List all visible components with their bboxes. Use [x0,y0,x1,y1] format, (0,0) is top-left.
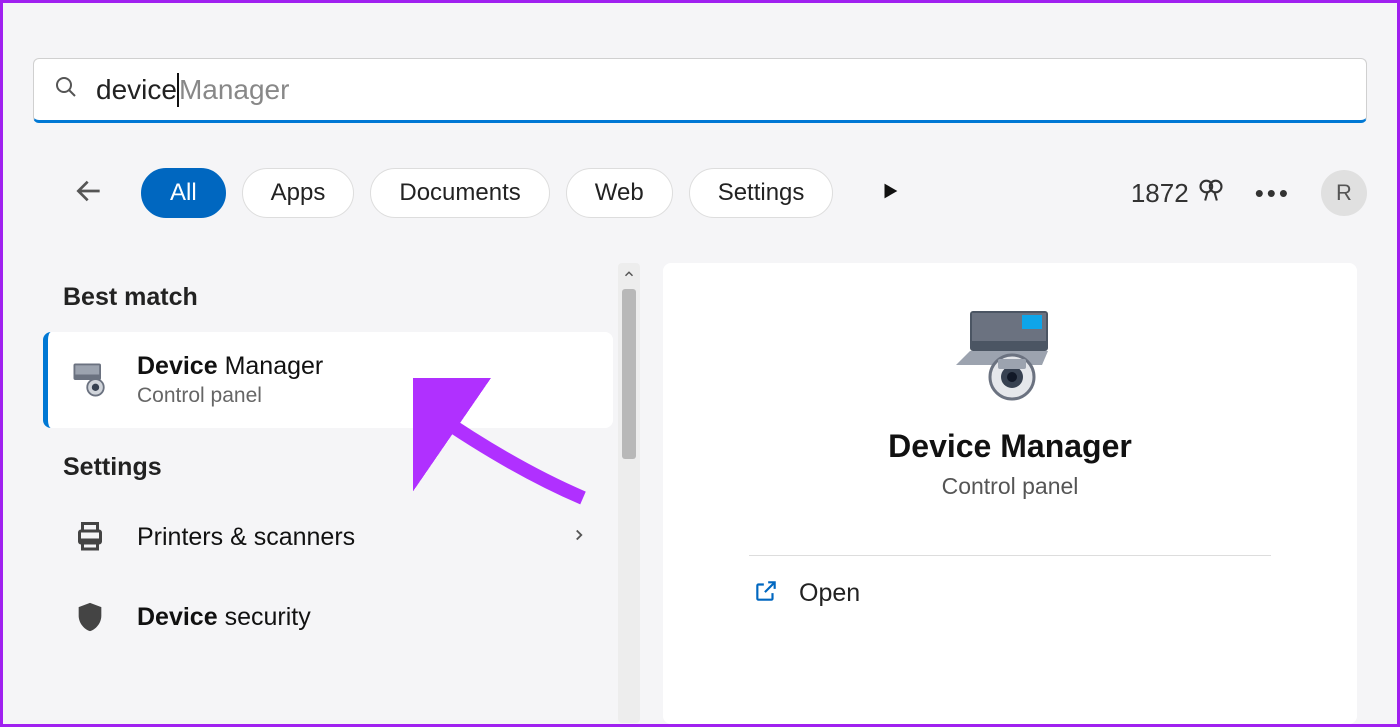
filter-tab-web[interactable]: Web [566,168,673,218]
more-filters-arrow-icon[interactable] [879,180,901,207]
divider [749,555,1271,556]
back-arrow-icon[interactable] [73,175,105,212]
open-external-icon [753,578,779,609]
result-title: Device Manager [137,352,323,381]
search-input[interactable]: device Manager [96,73,289,107]
rewards-medal-icon [1197,176,1225,211]
search-icon [54,75,78,104]
result-subtitle: Control panel [137,384,323,408]
results-scrollbar[interactable] [618,263,640,723]
shield-icon [68,595,112,639]
filter-tab-settings[interactable]: Settings [689,168,834,218]
rewards-points-value: 1872 [1131,178,1189,209]
filter-tab-apps[interactable]: Apps [242,168,355,218]
scroll-thumb[interactable] [622,289,636,459]
detail-subtitle: Control panel [942,473,1079,500]
search-typed-text: device [96,74,177,106]
filter-tab-documents[interactable]: Documents [370,168,549,218]
filter-tab-all[interactable]: All [141,168,226,218]
more-options-button[interactable]: ••• [1255,178,1291,209]
detail-device-manager-icon [950,303,1070,403]
profile-avatar[interactable]: R [1321,170,1367,216]
settings-item-printers-scanners[interactable]: Printers & scanners [43,497,613,577]
device-manager-icon [68,358,112,402]
detail-panel: Device Manager Control panel Open [663,263,1357,724]
chevron-right-icon [570,524,588,550]
result-item-device-manager[interactable]: Device Manager Control panel [43,332,613,428]
settings-section-header: Settings [43,433,613,497]
open-label: Open [799,579,860,608]
printer-icon [68,515,112,559]
results-panel: Best match Device Manager Control panel … [43,263,613,724]
search-bar[interactable]: device Manager [33,58,1367,123]
best-match-header: Best match [43,263,613,327]
scroll-up-button[interactable] [618,263,640,285]
filter-row: All Apps Documents Web Settings 1872 •••… [73,163,1367,223]
open-action[interactable]: Open [753,578,860,609]
settings-item-device-security[interactable]: Device security [43,577,613,657]
settings-item-label: Printers & scanners [137,523,355,552]
detail-title: Device Manager [888,428,1132,465]
rewards-points[interactable]: 1872 [1131,176,1225,211]
search-suggestion-text: Manager [179,74,290,106]
settings-item-label: Device security [137,603,311,632]
